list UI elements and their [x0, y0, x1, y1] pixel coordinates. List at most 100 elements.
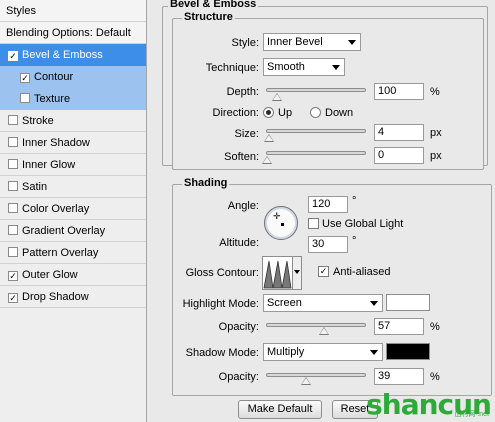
shadow-color-swatch[interactable] — [386, 343, 430, 360]
satin-checkbox[interactable] — [8, 181, 18, 191]
altitude-unit: ° — [352, 235, 357, 247]
shadow-mode-label: Shadow Mode: — [185, 347, 259, 359]
angle-label: Angle: — [227, 200, 259, 212]
pattern-overlay-checkbox[interactable] — [8, 247, 18, 257]
style-item-satin[interactable]: Satin — [0, 176, 146, 198]
direction-up-label: Up — [278, 107, 293, 119]
soften-input[interactable]: 0 — [374, 147, 424, 164]
styles-list: Styles Blending Options: Default ✓ Bevel … — [0, 0, 147, 422]
use-global-light-label: Use Global Light — [322, 218, 404, 230]
gloss-contour-picker[interactable] — [262, 256, 302, 290]
depth-slider-track[interactable] — [266, 88, 366, 92]
technique-select[interactable]: Smooth — [263, 58, 345, 76]
style-item-contour[interactable]: ✓ Contour — [0, 66, 146, 88]
style-item-outer-glow[interactable]: ✓ Outer Glow — [0, 264, 146, 286]
technique-label: Technique: — [205, 62, 259, 74]
chevron-down-icon — [332, 65, 340, 70]
color-overlay-checkbox[interactable] — [8, 203, 18, 213]
chevron-down-icon — [370, 350, 378, 355]
chevron-down-icon — [370, 301, 378, 306]
shadow-opacity-unit: % — [430, 371, 440, 383]
highlight-opacity-slider-thumb[interactable] — [319, 327, 329, 335]
depth-unit: % — [430, 86, 440, 98]
size-input[interactable]: 4 — [374, 124, 424, 141]
structure-title: Structure — [182, 11, 235, 23]
gradient-overlay-checkbox[interactable] — [8, 225, 18, 235]
bevel-emboss-panel: Bevel & Emboss Structure Style: Inner Be… — [148, 0, 495, 422]
depth-input[interactable]: 100 — [374, 83, 424, 100]
angle-dial[interactable]: ✛ — [264, 206, 298, 240]
shadow-opacity-slider-thumb[interactable] — [301, 377, 311, 385]
highlight-opacity-slider-track[interactable] — [266, 323, 366, 327]
style-item-pattern-overlay[interactable]: Pattern Overlay — [0, 242, 146, 264]
texture-checkbox[interactable] — [20, 93, 30, 103]
style-item-texture[interactable]: Texture — [0, 88, 146, 110]
highlight-opacity-unit: % — [430, 321, 440, 333]
highlight-mode-label: Highlight Mode: — [182, 298, 259, 310]
style-item-inner-glow[interactable]: Inner Glow — [0, 154, 146, 176]
style-select[interactable]: Inner Bevel — [263, 33, 361, 51]
highlight-mode-value: Screen — [267, 297, 302, 309]
highlight-opacity-input[interactable]: 57 — [374, 318, 424, 335]
bevel-emboss-title: Bevel & Emboss — [168, 0, 259, 10]
style-item-stroke[interactable]: Stroke — [0, 110, 146, 132]
styles-header[interactable]: Styles — [0, 0, 146, 22]
shading-title: Shading — [182, 177, 230, 189]
size-slider-thumb[interactable] — [264, 134, 274, 142]
style-item-bevel-emboss[interactable]: ✓ Bevel & Emboss — [0, 44, 146, 66]
shadow-mode-value: Multiply — [267, 346, 305, 358]
altitude-input[interactable]: 30 — [308, 236, 348, 253]
inner-glow-checkbox[interactable] — [8, 159, 18, 169]
chevron-down-icon — [294, 270, 300, 274]
crosshair-icon: ✛ — [273, 211, 281, 221]
shadow-mode-select[interactable]: Multiply — [263, 343, 383, 361]
soften-label: Soften: — [224, 151, 259, 163]
direction-down-radio[interactable] — [310, 107, 321, 118]
anti-aliased-label: Anti-aliased — [333, 266, 391, 278]
style-item-gradient-overlay[interactable]: Gradient Overlay — [0, 220, 146, 242]
angle-input[interactable]: 120 — [308, 196, 348, 213]
depth-label: Depth: — [226, 86, 259, 98]
contour-checkbox[interactable]: ✓ — [20, 73, 30, 83]
depth-slider-thumb[interactable] — [272, 93, 282, 101]
make-default-button[interactable]: Make Default — [238, 400, 322, 419]
angle-unit: ° — [352, 195, 357, 207]
bevel-emboss-checkbox[interactable]: ✓ — [8, 51, 18, 61]
altitude-label: Altitude: — [219, 237, 259, 249]
use-global-light-checkbox[interactable] — [308, 218, 319, 229]
gloss-contour-label: Gloss Contour: — [185, 267, 259, 279]
chevron-down-icon — [348, 40, 356, 45]
inner-shadow-checkbox[interactable] — [8, 137, 18, 147]
size-slider-track[interactable] — [266, 129, 366, 133]
direction-label: Direction: — [212, 107, 259, 119]
dial-center-dot — [281, 223, 284, 226]
soften-unit: px — [430, 150, 442, 162]
highlight-color-swatch[interactable] — [386, 294, 430, 311]
style-item-color-overlay[interactable]: Color Overlay — [0, 198, 146, 220]
watermark-subtext: 山村网 .net — [454, 411, 489, 418]
outer-glow-checkbox[interactable]: ✓ — [8, 271, 18, 281]
contour-curve-icon — [263, 260, 292, 289]
size-unit: px — [430, 127, 442, 139]
highlight-mode-select[interactable]: Screen — [263, 294, 383, 312]
style-label: Style: — [231, 37, 259, 49]
shadow-opacity-slider-track[interactable] — [266, 373, 366, 377]
direction-up-radio[interactable] — [263, 107, 274, 118]
style-item-inner-shadow[interactable]: Inner Shadow — [0, 132, 146, 154]
technique-select-value: Smooth — [267, 61, 305, 73]
stroke-checkbox[interactable] — [8, 115, 18, 125]
size-label: Size: — [234, 128, 259, 140]
blending-options-item[interactable]: Blending Options: Default — [0, 22, 146, 44]
shading-group — [172, 184, 492, 396]
shadow-opacity-label: Opacity: — [218, 371, 259, 383]
soften-slider-track[interactable] — [266, 151, 366, 155]
style-item-drop-shadow[interactable]: ✓ Drop Shadow — [0, 286, 146, 308]
direction-down-label: Down — [325, 107, 354, 119]
highlight-opacity-label: Opacity: — [218, 321, 259, 333]
shadow-opacity-input[interactable]: 39 — [374, 368, 424, 385]
gloss-contour-dropdown[interactable] — [292, 257, 301, 289]
drop-shadow-checkbox[interactable]: ✓ — [8, 293, 18, 303]
anti-aliased-checkbox[interactable]: ✓ — [318, 266, 329, 277]
soften-slider-thumb[interactable] — [262, 156, 272, 164]
style-select-value: Inner Bevel — [267, 36, 323, 48]
